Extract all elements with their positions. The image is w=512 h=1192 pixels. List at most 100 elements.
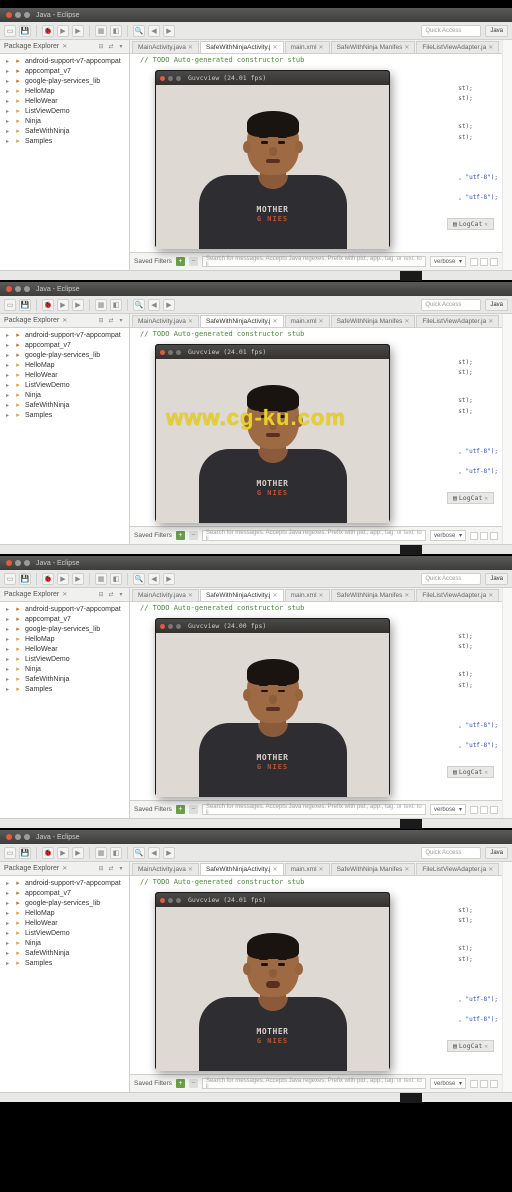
tree-item[interactable]: ▸▸Samples [2,958,127,968]
java-perspective-button[interactable]: Java [485,299,508,311]
editor-tab[interactable]: main.xml✕ [285,863,330,875]
tree-item[interactable]: ▸▸HelloWear [2,644,127,654]
search-icon[interactable]: 🔍 [133,847,145,859]
tree-item[interactable]: ▸▸android-support-v7-appcompat [2,330,127,340]
log-level-select[interactable]: verbose▾ [430,804,466,815]
search-icon[interactable]: 🔍 [133,25,145,37]
run-ext-icon[interactable]: ▶ [72,299,84,311]
nav-back-icon[interactable]: ◀ [148,25,160,37]
debug-icon[interactable]: 🐞 [42,847,54,859]
open-type-icon[interactable]: ◧ [110,847,122,859]
close-tab-icon[interactable]: ✕ [404,592,409,599]
editor-tab[interactable]: MainActivity.java✕ [132,863,199,875]
close-tab-icon[interactable]: ✕ [319,44,324,51]
editor-tab[interactable]: FileListViewAdapter.ja✕ [416,315,499,327]
window-maximize-icon[interactable] [24,12,30,18]
editor-body[interactable]: // TODO Auto-generated constructor stub … [130,876,502,1074]
nav-back-icon[interactable]: ◀ [148,573,160,585]
tree-item[interactable]: ▸▸appcompat_v7 [2,340,127,350]
close-tab-icon[interactable]: ✕ [188,44,193,51]
tree-item[interactable]: ▸▸ListViewDemo [2,380,127,390]
editor-tab[interactable]: main.xml✕ [285,315,330,327]
tree-item[interactable]: ▸▸android-support-v7-appcompat [2,56,127,66]
run-icon[interactable]: ▶ [57,299,69,311]
logcat-search-input[interactable]: Search for messages. Accepts Java regexe… [202,804,426,815]
remove-filter-button[interactable]: − [189,805,198,814]
run-icon[interactable]: ▶ [57,25,69,37]
webcam-min-icon[interactable] [168,76,173,81]
editor-tab[interactable]: SafeWithNinja Manifes✕ [331,863,416,875]
collapse-all-icon[interactable]: ⊟ [97,43,105,51]
close-tab-icon[interactable]: ✕ [488,318,493,325]
webcam-max-icon[interactable] [176,76,181,81]
java-perspective-button[interactable]: Java [485,573,508,585]
logcat-tab[interactable]: ▤ LogCat ✕ [447,1040,494,1052]
new-icon[interactable]: ▭ [4,573,16,585]
quick-access-input[interactable]: Quick Access [421,299,481,311]
close-tab-icon[interactable]: ✕ [319,318,324,325]
close-tab-icon[interactable]: ✕ [188,592,193,599]
tree-item[interactable]: ▸▸HelloMap [2,634,127,644]
save-icon[interactable]: 💾 [19,573,31,585]
logcat-action-2-icon[interactable] [480,806,488,814]
tree-item[interactable]: ▸▸google-play-services_lib [2,898,127,908]
open-type-icon[interactable]: ◧ [110,299,122,311]
editor-tab[interactable]: SafeWithNinjaActivity.j✕ [200,589,284,601]
tree-item[interactable]: ▸▸HelloMap [2,86,127,96]
tree-item[interactable]: ▸▸google-play-services_lib [2,76,127,86]
tree-item[interactable]: ▸▸ListViewDemo [2,928,127,938]
close-tab-icon[interactable]: ✕ [319,866,324,873]
link-editor-icon[interactable]: ⇄ [107,317,115,325]
editor-tab[interactable]: FileListViewAdapter.ja✕ [416,863,499,875]
log-level-select[interactable]: verbose▾ [430,1078,466,1089]
add-filter-button[interactable]: + [176,805,185,814]
package-icon[interactable]: ▦ [95,25,107,37]
webcam-max-icon[interactable] [176,624,181,629]
close-tab-icon[interactable]: ✕ [404,44,409,51]
log-level-select[interactable]: verbose▾ [430,256,466,267]
tree-item[interactable]: ▸▸SafeWithNinja [2,674,127,684]
remove-filter-button[interactable]: − [189,531,198,540]
editor-tab[interactable]: MainActivity.java✕ [132,315,199,327]
search-icon[interactable]: 🔍 [133,573,145,585]
tree-item[interactable]: ▸▸HelloWear [2,370,127,380]
new-icon[interactable]: ▭ [4,299,16,311]
editor-tab[interactable]: SafeWithNinja Manifes✕ [331,315,416,327]
webcam-max-icon[interactable] [176,898,181,903]
logcat-search-input[interactable]: Search for messages. Accepts Java regexe… [202,530,426,541]
logcat-action-1-icon[interactable] [470,806,478,814]
tree-item[interactable]: ▸▸Samples [2,684,127,694]
tree-item[interactable]: ▸▸ListViewDemo [2,106,127,116]
tree-item[interactable]: ▸▸SafeWithNinja [2,126,127,136]
debug-icon[interactable]: 🐞 [42,299,54,311]
link-editor-icon[interactable]: ⇄ [107,591,115,599]
editor-tab[interactable]: FileListViewAdapter.ja✕ [416,589,499,601]
tree-item[interactable]: ▸▸google-play-services_lib [2,624,127,634]
editor-tab[interactable]: main.xml✕ [285,41,330,53]
logcat-action-2-icon[interactable] [480,1080,488,1088]
nav-fwd-icon[interactable]: ▶ [163,299,175,311]
quick-access-input[interactable]: Quick Access [421,573,481,585]
editor-body[interactable]: // TODO Auto-generated constructor stub … [130,602,502,800]
logcat-action-3-icon[interactable] [490,1080,498,1088]
window-close-icon[interactable] [6,12,12,18]
editor-tab[interactable]: MainActivity.java✕ [132,589,199,601]
tree-item[interactable]: ▸▸SafeWithNinja [2,948,127,958]
close-tab-icon[interactable]: ✕ [188,866,193,873]
tree-item[interactable]: ▸▸google-play-services_lib [2,350,127,360]
logcat-action-3-icon[interactable] [490,806,498,814]
webcam-close-icon[interactable] [160,350,165,355]
webcam-close-icon[interactable] [160,624,165,629]
webcam-close-icon[interactable] [160,76,165,81]
tree-item[interactable]: ▸▸Ninja [2,938,127,948]
open-type-icon[interactable]: ◧ [110,573,122,585]
java-perspective-button[interactable]: Java [485,847,508,859]
tree-item[interactable]: ▸▸ListViewDemo [2,654,127,664]
close-tab-icon[interactable]: ✕ [273,866,278,873]
logcat-tab[interactable]: ▤ LogCat ✕ [447,218,494,230]
window-maximize-icon[interactable] [24,286,30,292]
logcat-action-3-icon[interactable] [490,258,498,266]
window-maximize-icon[interactable] [24,560,30,566]
java-perspective-button[interactable]: Java [485,25,508,37]
nav-fwd-icon[interactable]: ▶ [163,573,175,585]
